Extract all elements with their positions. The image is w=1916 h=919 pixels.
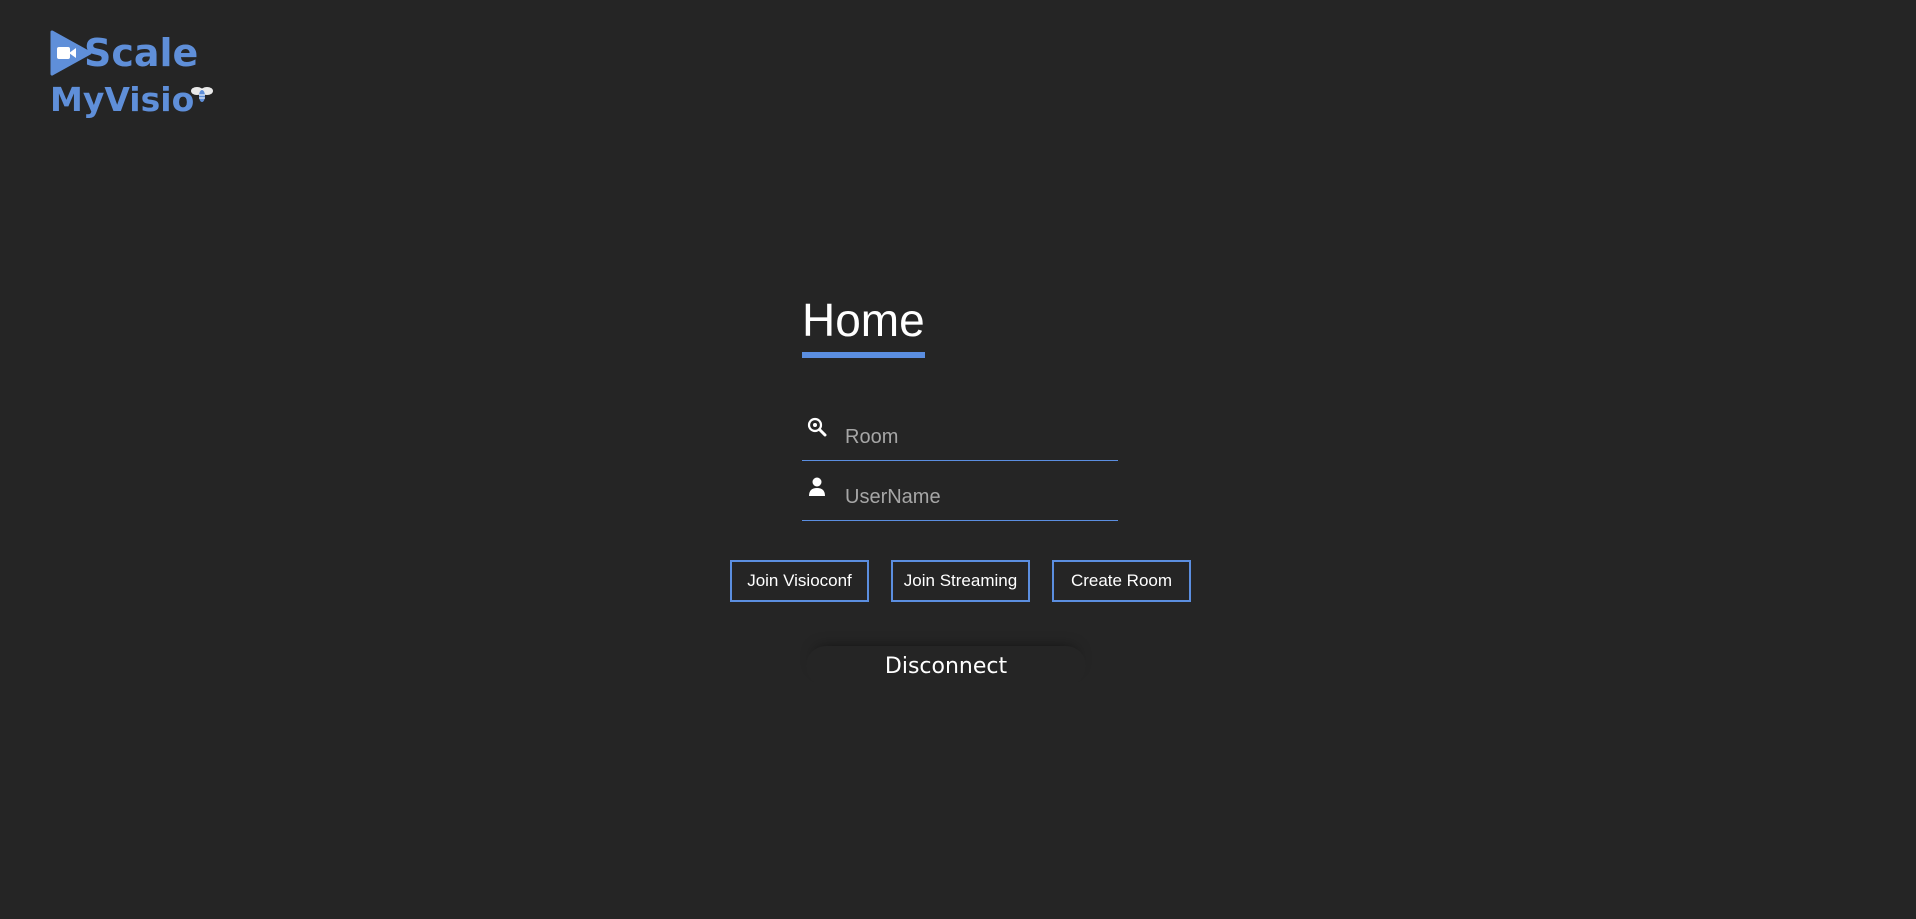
logo-bottom-row: MyVisio bbox=[50, 80, 214, 120]
logo-top-row: Scale bbox=[50, 30, 198, 76]
username-field bbox=[802, 474, 1118, 521]
join-streaming-button[interactable]: Join Streaming bbox=[891, 560, 1030, 602]
disconnect-button[interactable]: Disconnect bbox=[806, 646, 1086, 686]
page-title: Home bbox=[802, 292, 925, 358]
logo-text-scale: Scale bbox=[84, 31, 199, 75]
page: Scale MyVisio Home Room UserName Join Vi… bbox=[0, 0, 1916, 919]
logo-text-myvisio: MyVisio bbox=[50, 80, 195, 119]
username-input[interactable] bbox=[845, 485, 1105, 509]
bee-icon bbox=[190, 84, 214, 104]
create-room-button[interactable]: Create Room bbox=[1052, 560, 1191, 602]
action-buttons: Join Visioconf Join Streaming Create Roo… bbox=[730, 560, 1191, 602]
join-visioconf-button[interactable]: Join Visioconf bbox=[730, 560, 869, 602]
video-play-icon bbox=[50, 30, 92, 76]
home-form: Home bbox=[802, 292, 1118, 521]
app-logo: Scale MyVisio bbox=[50, 28, 214, 124]
room-input[interactable] bbox=[845, 425, 1105, 449]
search-icon bbox=[802, 417, 832, 447]
room-field bbox=[802, 414, 1118, 461]
user-icon bbox=[802, 477, 832, 507]
